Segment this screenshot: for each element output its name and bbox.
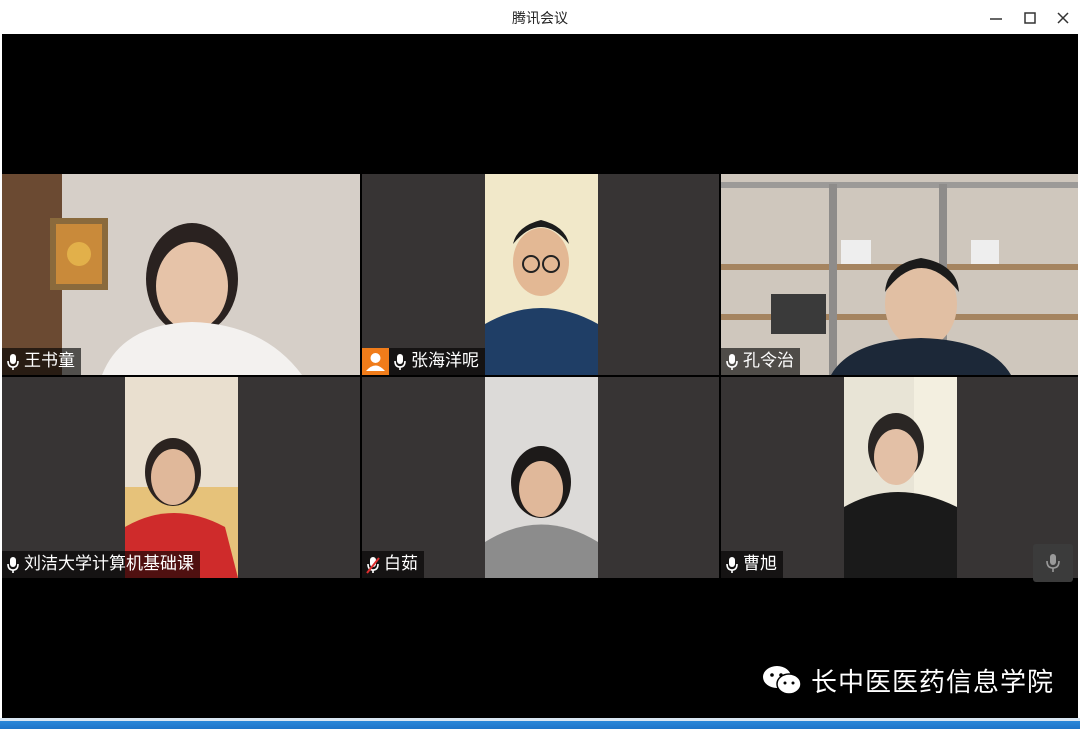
participant-nametag: 张海洋呢 [389,348,485,375]
wechat-icon [763,666,802,695]
participant-tile[interactable]: 刘洁大学计算机基础课 [2,377,360,578]
microphone-icon [726,556,738,573]
participant-tile[interactable]: 白茹 [362,377,719,578]
participant-video [2,174,360,375]
participant-tile[interactable]: 孔令治 [721,174,1078,375]
close-button[interactable] [1047,4,1079,30]
participant-name: 曹旭 [743,554,777,574]
microphone-icon [7,353,19,370]
participant-video [721,174,1078,375]
microphone-icon [726,353,738,370]
person-icon [366,353,385,371]
title-bar: 腾讯会议 [0,0,1080,34]
microphone-muted-icon [366,556,380,574]
participant-tile[interactable]: 曹旭 [721,377,1078,578]
close-icon [1057,12,1069,24]
video-stage: 王书童 张海洋呢 孔令治 刘洁大学计算机基础课 白茹 曹旭 [2,34,1078,718]
microphone-icon [7,556,19,573]
maximize-button[interactable] [1014,4,1046,30]
microphone-toggle-button[interactable] [1033,544,1073,582]
participant-video [485,174,598,375]
window-title: 腾讯会议 [512,11,568,27]
participant-nametag: 王书童 [2,348,81,375]
microphone-icon [394,353,406,370]
participant-nametag: 曹旭 [721,551,783,578]
participant-tile[interactable]: 张海洋呢 [362,174,719,375]
watermark: 长中医医药信息学院 [761,662,1054,698]
participant-nametag: 白茹 [362,551,424,578]
participant-name: 白茹 [384,554,418,574]
participant-video [844,377,957,578]
participant-tile[interactable]: 王书童 [2,174,360,375]
minimize-button[interactable] [980,4,1012,30]
maximize-icon [1024,12,1036,24]
minimize-icon [990,18,1002,20]
participant-name: 刘洁大学计算机基础课 [24,554,194,574]
participant-video [485,377,598,578]
participant-nametag: 刘洁大学计算机基础课 [2,551,200,578]
participant-nametag: 孔令治 [721,348,800,375]
participant-avatar-badge [362,348,389,375]
participant-name: 王书童 [24,351,75,371]
taskbar-strip [0,718,1080,729]
microphone-icon [1046,554,1060,572]
participant-name: 张海洋呢 [411,351,479,371]
watermark-text: 长中医医药信息学院 [811,667,1055,698]
participant-video [125,377,238,578]
participant-name: 孔令治 [743,351,794,371]
